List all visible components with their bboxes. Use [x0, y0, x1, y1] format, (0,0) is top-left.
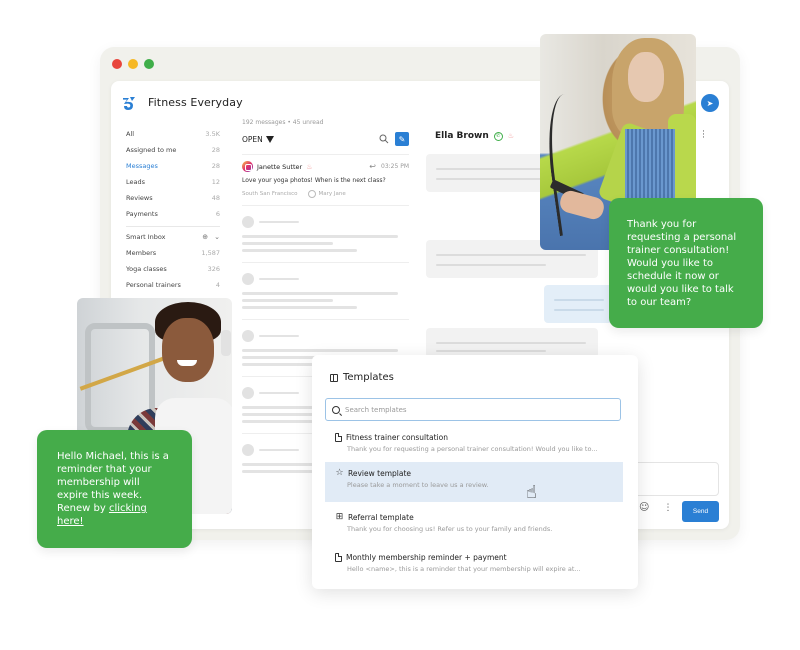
edit-icon: ✎	[398, 134, 406, 144]
more-options-icon[interactable]: · · ·	[702, 128, 705, 143]
hand-pointer-cursor-icon: ☝	[526, 482, 537, 503]
sidebar-item-assigned[interactable]: Assigned to me 28	[126, 142, 220, 158]
sidebar-item-label: Messages	[126, 162, 158, 170]
membership-reminder-message: Hello Michael, this is a reminder that y…	[37, 430, 192, 548]
user-icon	[307, 190, 316, 198]
message-list-item[interactable]: Janette Sutter ♨ ↩ 03:25 PM Love your yo…	[242, 154, 409, 206]
hot-lead-icon: ♨	[306, 162, 313, 171]
hot-lead-icon: ♨	[507, 132, 515, 140]
sidebar-item-members[interactable]: Members 1,587	[126, 245, 220, 261]
sidebar-item-label: Yoga classes	[126, 265, 167, 273]
consultation-reply-message: Thank you for requesting a personal trai…	[609, 198, 763, 328]
sidebar-item-label: Personal trainers	[126, 281, 181, 289]
sidebar-item-count: 48	[211, 194, 220, 202]
template-description: Hello <name>, this is a reminder that yo…	[347, 565, 581, 573]
template-name: Fitness trainer consultation	[346, 433, 449, 442]
template-item-membership-reminder[interactable]: Monthly membership reminder + payment He…	[325, 546, 623, 586]
caret-down-icon	[265, 135, 274, 143]
star-icon: ☆	[335, 468, 344, 478]
whatsapp-icon: ✆	[493, 131, 503, 141]
reply-icon: ↩	[369, 162, 376, 171]
message-bubble-incoming	[426, 328, 598, 358]
templates-icon	[330, 373, 338, 382]
sidebar-item-count: 28	[211, 146, 220, 154]
sidebar-item-label: Payments	[126, 210, 158, 218]
contact-header: Ella Brown ✆ ♨	[435, 131, 514, 141]
chevron-down-icon[interactable]: ⌄	[214, 229, 220, 245]
message-count: 192 messages • 45 unread	[242, 119, 324, 126]
sidebar-item-count: 6	[215, 210, 220, 218]
window-minimize-button[interactable]	[128, 59, 138, 69]
sidebar-item-label: Reviews	[126, 194, 153, 202]
document-icon	[335, 433, 342, 442]
window-close-button[interactable]	[112, 59, 122, 69]
sidebar-item-messages[interactable]: Messages 28	[126, 158, 220, 174]
template-description: Thank you for requesting a personal trai…	[347, 445, 598, 453]
sidebar-item-personal-trainers[interactable]: Personal trainers 4	[126, 277, 220, 293]
search-icon[interactable]	[379, 134, 389, 144]
search-templates-input[interactable]	[345, 405, 605, 414]
window-maximize-button[interactable]	[144, 59, 154, 69]
status-filter-dropdown[interactable]: OPEN	[242, 135, 274, 144]
sender-name: Janette Sutter	[257, 162, 303, 171]
send-icon[interactable]: ➤	[701, 94, 719, 112]
templates-title: Templates	[343, 372, 394, 383]
document-icon	[335, 553, 342, 562]
search-templates-field[interactable]	[325, 398, 621, 421]
gift-icon: ⊞	[335, 512, 344, 522]
sidebar-item-count: 326	[207, 265, 220, 273]
instagram-icon	[242, 161, 253, 172]
contact-name: Ella Brown	[435, 131, 489, 141]
sidebar: All 3.5K Assigned to me 28 Messages 28 Lead…	[126, 126, 220, 293]
sidebar-item-yoga-classes[interactable]: Yoga classes 326	[126, 261, 220, 277]
app-title: Fitness Everyday	[148, 96, 243, 109]
send-button[interactable]: Send	[682, 501, 719, 522]
sidebar-item-count: 28	[211, 162, 220, 170]
templates-popup: Templates Fitness trainer consultation T…	[312, 355, 638, 589]
add-circle-icon[interactable]: ⊕	[202, 229, 208, 245]
template-name: Referral template	[348, 513, 414, 522]
compose-button[interactable]: ✎	[395, 132, 409, 146]
template-item-referral[interactable]: ⊞ Referral template Thank you for choosin…	[325, 506, 623, 546]
assignee-name: Mary Jane	[318, 191, 346, 197]
sidebar-item-leads[interactable]: Leads 12	[126, 174, 220, 190]
smart-inbox-label: Smart Inbox	[126, 233, 166, 241]
message-preview: Love your yoga photos! When is the next …	[242, 177, 386, 184]
brand-logo-icon	[123, 97, 135, 110]
template-name: Monthly membership reminder + payment	[346, 553, 507, 562]
sidebar-item-label: Members	[126, 249, 157, 257]
emoji-icon[interactable]: ☺	[639, 502, 649, 513]
sidebar-item-count: 1,587	[201, 249, 220, 257]
smart-inbox-header[interactable]: Smart Inbox ⊕ ⌄	[126, 229, 220, 245]
message-location: South San Francisco	[242, 191, 298, 197]
sidebar-item-all[interactable]: All 3.5K	[126, 126, 220, 142]
template-description: Please take a moment to leave us a revie…	[347, 481, 489, 489]
sidebar-item-label: All	[126, 130, 135, 138]
message-time: 03:25 PM	[381, 163, 409, 170]
template-description: Thank you for choosing us! Refer us to y…	[347, 525, 553, 533]
sidebar-item-payments[interactable]: Payments 6	[126, 206, 220, 222]
message-list-item-placeholder	[242, 263, 409, 320]
message-bubble-outgoing	[544, 285, 614, 323]
template-name: Review template	[348, 469, 411, 478]
sidebar-divider	[126, 226, 220, 227]
message-list-item-placeholder	[242, 206, 409, 263]
composer-more-icon[interactable]: ⋮	[663, 503, 672, 513]
sidebar-item-count: 4	[215, 281, 220, 289]
status-filter-label: OPEN	[242, 134, 263, 144]
sidebar-item-count: 12	[211, 178, 220, 186]
search-icon	[332, 405, 340, 414]
sidebar-item-count: 3.5K	[205, 130, 220, 138]
sidebar-item-reviews[interactable]: Reviews 48	[126, 190, 220, 206]
sidebar-item-label: Assigned to me	[126, 146, 177, 154]
template-item-fitness-consultation[interactable]: Fitness trainer consultation Thank you f…	[325, 426, 623, 466]
template-item-review[interactable]: ☆ Review template Please take a moment to…	[325, 462, 623, 502]
sidebar-item-label: Leads	[126, 178, 146, 186]
